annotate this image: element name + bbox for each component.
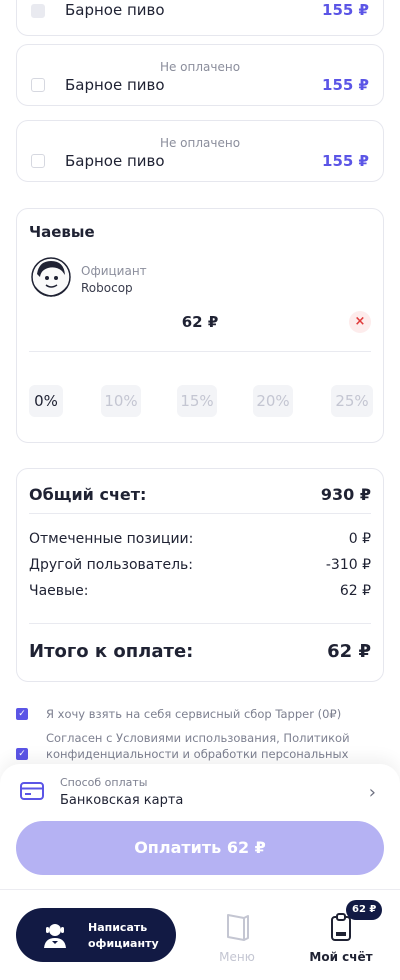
divider: [29, 513, 371, 514]
summary-label: Отмеченные позиции:: [29, 531, 194, 547]
service-fee-checkbox[interactable]: ✓: [16, 708, 28, 720]
payment-method-value: Банковская карта: [60, 793, 184, 808]
item-price: 155 ₽: [322, 1, 369, 19]
summary-label: Другой пользователь:: [29, 557, 194, 573]
summary-row-selected: Отмеченные позиции: 0 ₽: [29, 531, 371, 547]
summary-value: 62 ₽: [339, 583, 371, 599]
tip-percent-15[interactable]: 15%: [177, 385, 217, 417]
tip-amount[interactable]: 62 ₽: [17, 313, 383, 331]
to-pay-row: Итого к оплате: 62 ₽: [29, 641, 371, 662]
bill-badge: 62 ₽: [346, 900, 383, 920]
nav-menu-label: Меню: [219, 950, 255, 964]
total-row: Общий счет: 930 ₽: [29, 485, 371, 504]
summary-value: -310 ₽: [325, 557, 371, 573]
menu-book-icon: [227, 914, 249, 941]
item-checkbox[interactable]: [31, 4, 45, 18]
summary-row-other-user: Другой пользователь: -310 ₽: [29, 557, 371, 573]
tip-percent-0[interactable]: 0%: [29, 385, 63, 417]
to-pay-label: Итого к оплате:: [29, 641, 194, 662]
waiter-avatar: [31, 257, 71, 297]
payment-sheet: Способ оплаты Банковская карта › Оплатит…: [0, 764, 400, 980]
close-icon[interactable]: ×: [349, 311, 371, 333]
item-name: Барное пиво: [65, 1, 165, 19]
summary-card: Общий счет: 930 ₽ Отмеченные позиции: 0 …: [16, 468, 384, 682]
item-name: Барное пиво: [65, 152, 165, 170]
call-waiter-line-2: официанту: [88, 937, 159, 950]
divider: [0, 889, 400, 890]
waiter-name: Robocop: [81, 281, 133, 295]
call-waiter-line-1: Написать: [88, 921, 148, 934]
total-value: 930 ₽: [320, 485, 371, 504]
nav-my-bill-label: Мой счёт: [309, 950, 373, 964]
summary-value: 0 ₽: [348, 531, 371, 547]
waiter-icon: [44, 924, 66, 948]
nav-menu[interactable]: Меню: [212, 912, 262, 964]
waiter-role: Официант: [81, 264, 147, 278]
item-checkbox[interactable]: [31, 78, 45, 92]
to-pay-value: 62 ₽: [327, 641, 371, 662]
order-item[interactable]: Не оплачено Барное пиво 155 ₽: [16, 44, 384, 106]
call-waiter-label: Написать официанту: [88, 920, 159, 952]
service-fee-label: Я хочу взять на себя сервисный сбор Tapp…: [46, 707, 342, 721]
summary-row-tips: Чаевые: 62 ₽: [29, 583, 371, 599]
divider: [29, 623, 371, 624]
item-checkbox[interactable]: [31, 154, 45, 168]
item-name: Барное пиво: [65, 76, 165, 94]
tips-title: Чаевые: [29, 223, 95, 241]
tips-card: Чаевые Официант Robocop 62 ₽ × 0% 10% 15…: [16, 208, 384, 443]
chevron-right-icon: ›: [368, 782, 376, 803]
item-price: 155 ₽: [322, 152, 369, 170]
tip-percent-25[interactable]: 25%: [331, 385, 373, 417]
card-icon: [20, 782, 44, 800]
payment-method-label: Способ оплаты: [60, 776, 148, 789]
call-waiter-button[interactable]: Написать официанту: [16, 908, 176, 962]
tip-percent-20[interactable]: 20%: [253, 385, 293, 417]
item-status: Не оплачено: [159, 136, 241, 150]
bill-page: Барное пиво 155 ₽ Не оплачено Барное пив…: [0, 0, 400, 980]
divider: [29, 351, 371, 352]
terms-checkbox[interactable]: ✓: [16, 748, 28, 760]
item-status: Не оплачено: [159, 60, 241, 74]
pay-button[interactable]: Оплатить 62 ₽: [16, 821, 384, 875]
order-item[interactable]: Барное пиво 155 ₽: [16, 0, 384, 36]
item-price: 155 ₽: [322, 76, 369, 94]
tip-percent-10[interactable]: 10%: [101, 385, 141, 417]
summary-label: Чаевые:: [29, 583, 89, 599]
order-item[interactable]: Не оплачено Барное пиво 155 ₽: [16, 120, 384, 182]
total-label: Общий счет:: [29, 485, 147, 504]
